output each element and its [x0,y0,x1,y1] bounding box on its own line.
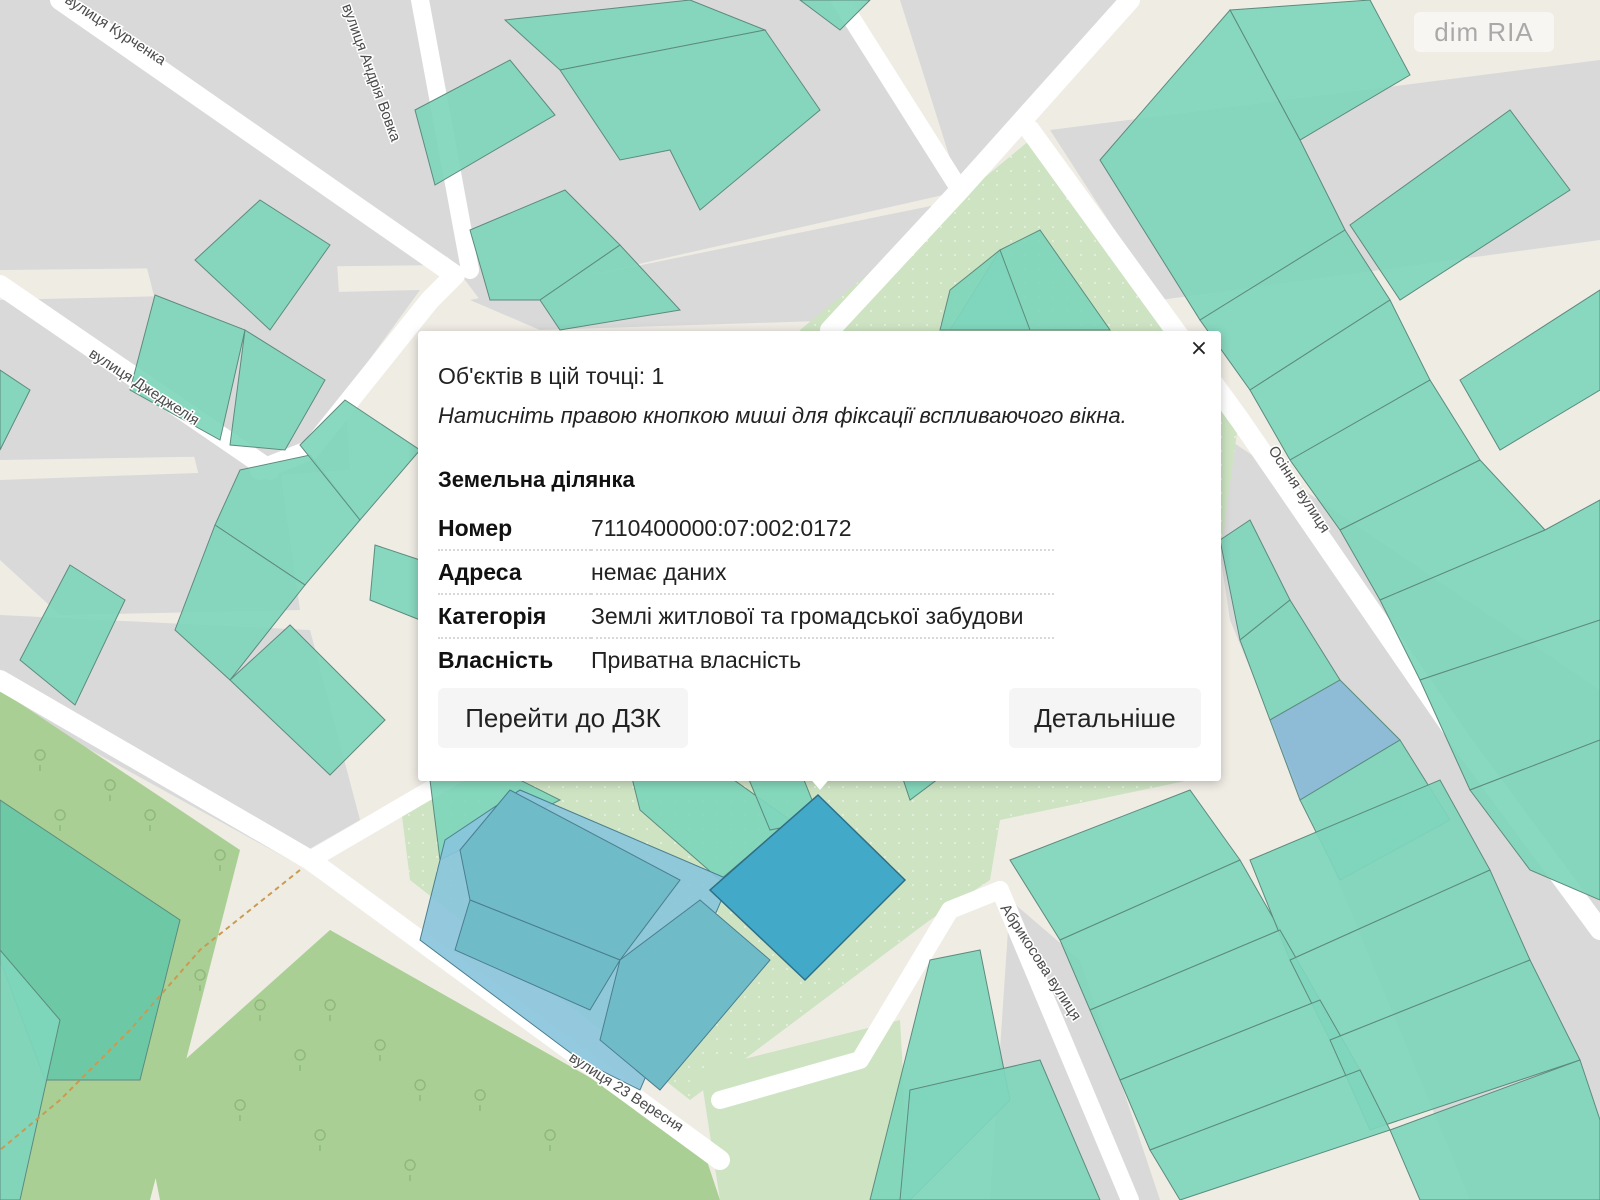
address-value: немає даних [591,550,1054,595]
attribute-key: Категорія [438,594,591,639]
table-row: Адреса немає даних [438,550,1054,595]
attributes-table: Номер 7110400000:07:002:0172 Адреса нема… [438,507,1054,681]
cadastral-number: 7110400000:07:002:0172 [591,507,1054,551]
objects-count: Об'єктів в цій точці: 1 [438,363,665,389]
table-row: Категорія Землі житлової та громадської … [438,594,1054,639]
table-row: Власність Приватна власність [438,638,1054,681]
feature-popup: × Об'єктів в цій точці: 1 Натисніть прав… [418,331,1221,781]
popup-pointer [808,776,832,790]
attribute-key: Номер [438,507,591,551]
category-value: Землі житлової та громадської забудови [591,594,1054,639]
ownership-value: Приватна власність [591,647,802,673]
go-to-dzk-button[interactable]: Перейти до ДЗК [438,688,688,748]
popup-hint: Натисніть правою кнопкою миші для фіксац… [438,403,1127,428]
section-title: Земельна ділянка [438,467,635,492]
table-row: Номер 7110400000:07:002:0172 [438,507,1054,551]
details-button[interactable]: Детальніше [1009,688,1201,748]
watermark-logo: dim RIA [1414,12,1554,52]
close-icon[interactable]: × [1189,338,1209,360]
attribute-key: Власність [438,647,554,673]
attribute-key: Адреса [438,550,591,595]
